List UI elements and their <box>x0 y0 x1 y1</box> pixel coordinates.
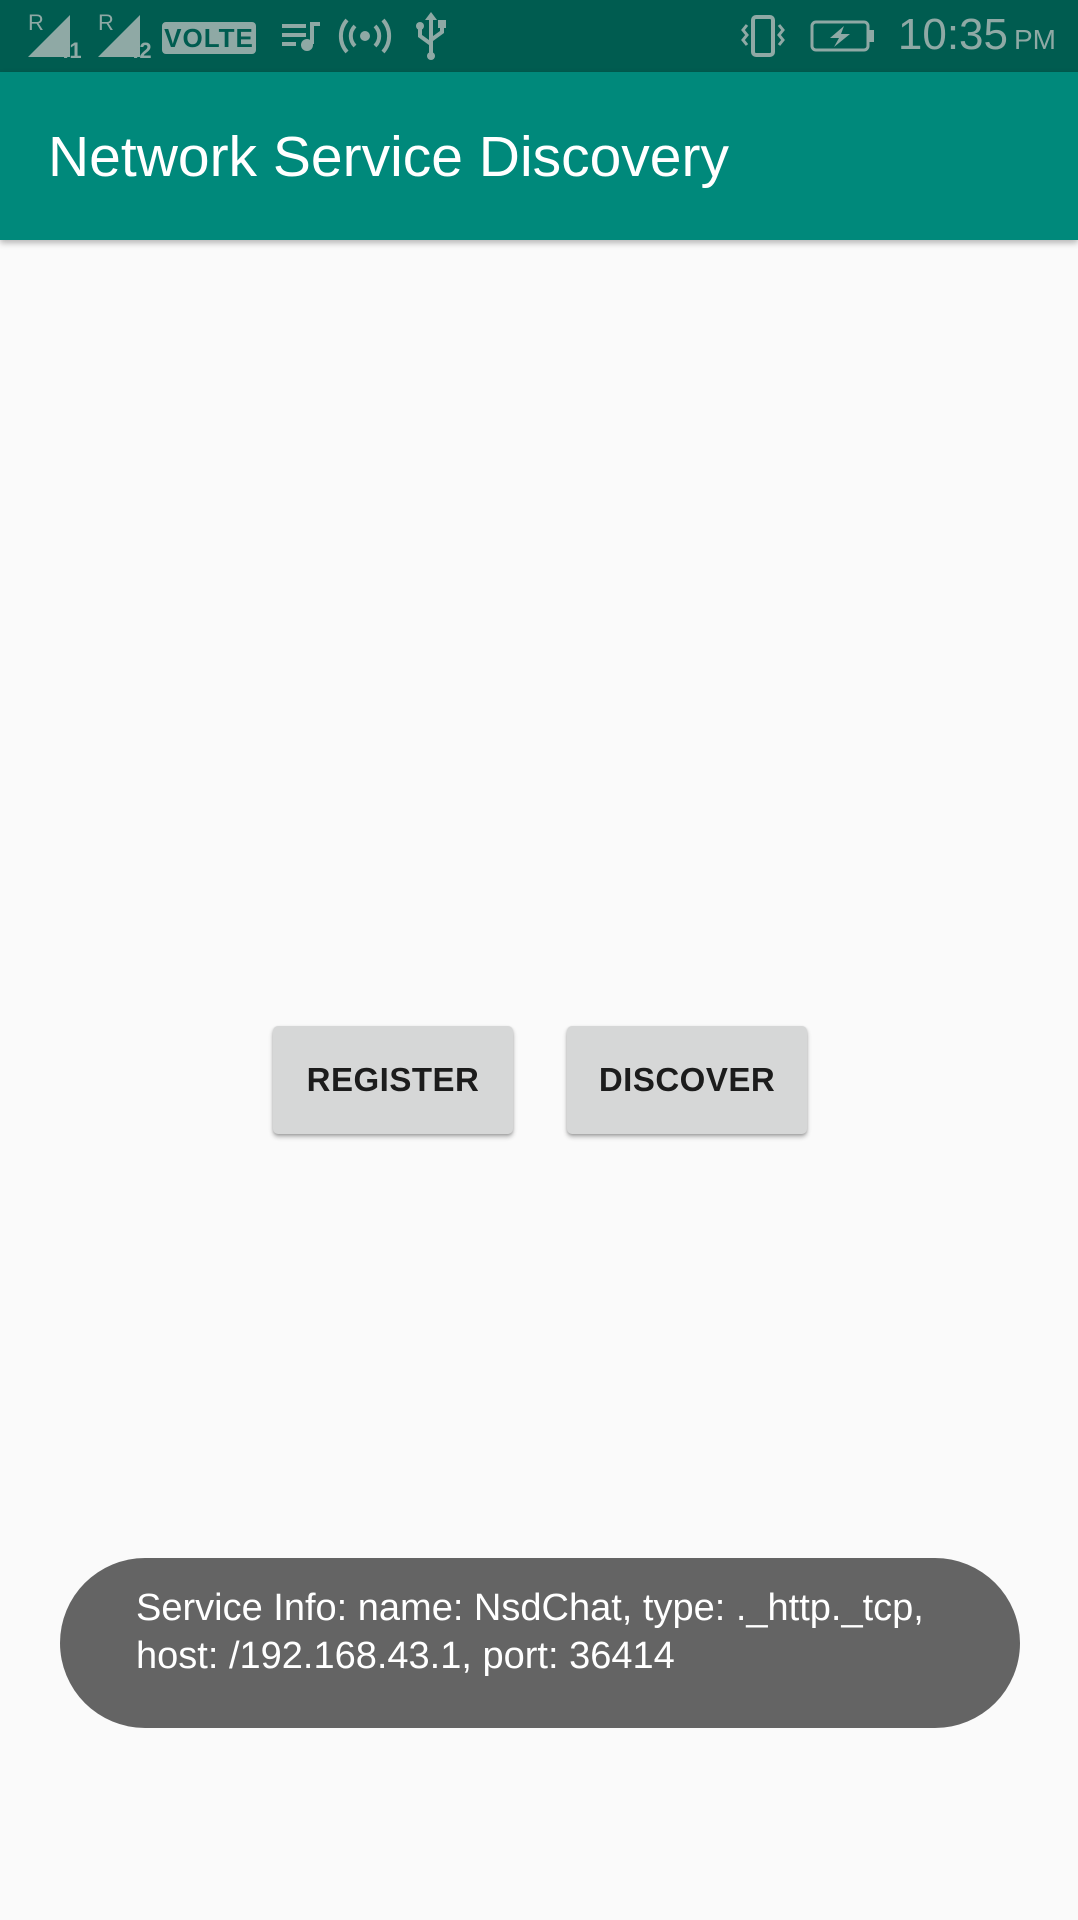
toast-message: Service Info: name: NsdChat, type: ._htt… <box>60 1558 1020 1728</box>
usb-icon <box>414 0 448 72</box>
hotspot-icon <box>338 0 392 72</box>
register-button[interactable]: REGISTER <box>273 1026 513 1134</box>
clock-time: 10:35 <box>897 10 1008 59</box>
media-playing-icon <box>280 0 322 72</box>
volte-icon: VOLTE <box>162 22 256 54</box>
toast-line-2: host: /192.168.43.1, port: 36414 <box>136 1635 675 1677</box>
sim2-roaming-indicator: R <box>98 10 114 35</box>
battery-charging-icon <box>810 0 876 72</box>
status-bar: R !1 R !2 VOLTE 10:35 PM <box>0 0 1078 72</box>
status-clock: 10:35 PM <box>898 10 1056 66</box>
vibrate-icon <box>740 0 786 72</box>
clock-ampm: PM <box>1014 24 1056 55</box>
sim1-slot-label: !1 <box>62 38 82 63</box>
app-bar: Network Service Discovery <box>0 72 1078 240</box>
discover-button[interactable]: DISCOVER <box>567 1026 807 1134</box>
sim1-roaming-indicator: R <box>28 10 44 35</box>
sim2-slot-label: !2 <box>132 38 152 63</box>
app-title: Network Service Discovery <box>48 125 729 189</box>
toast-line-1: Service Info: name: NsdChat, type: ._htt… <box>136 1587 924 1629</box>
